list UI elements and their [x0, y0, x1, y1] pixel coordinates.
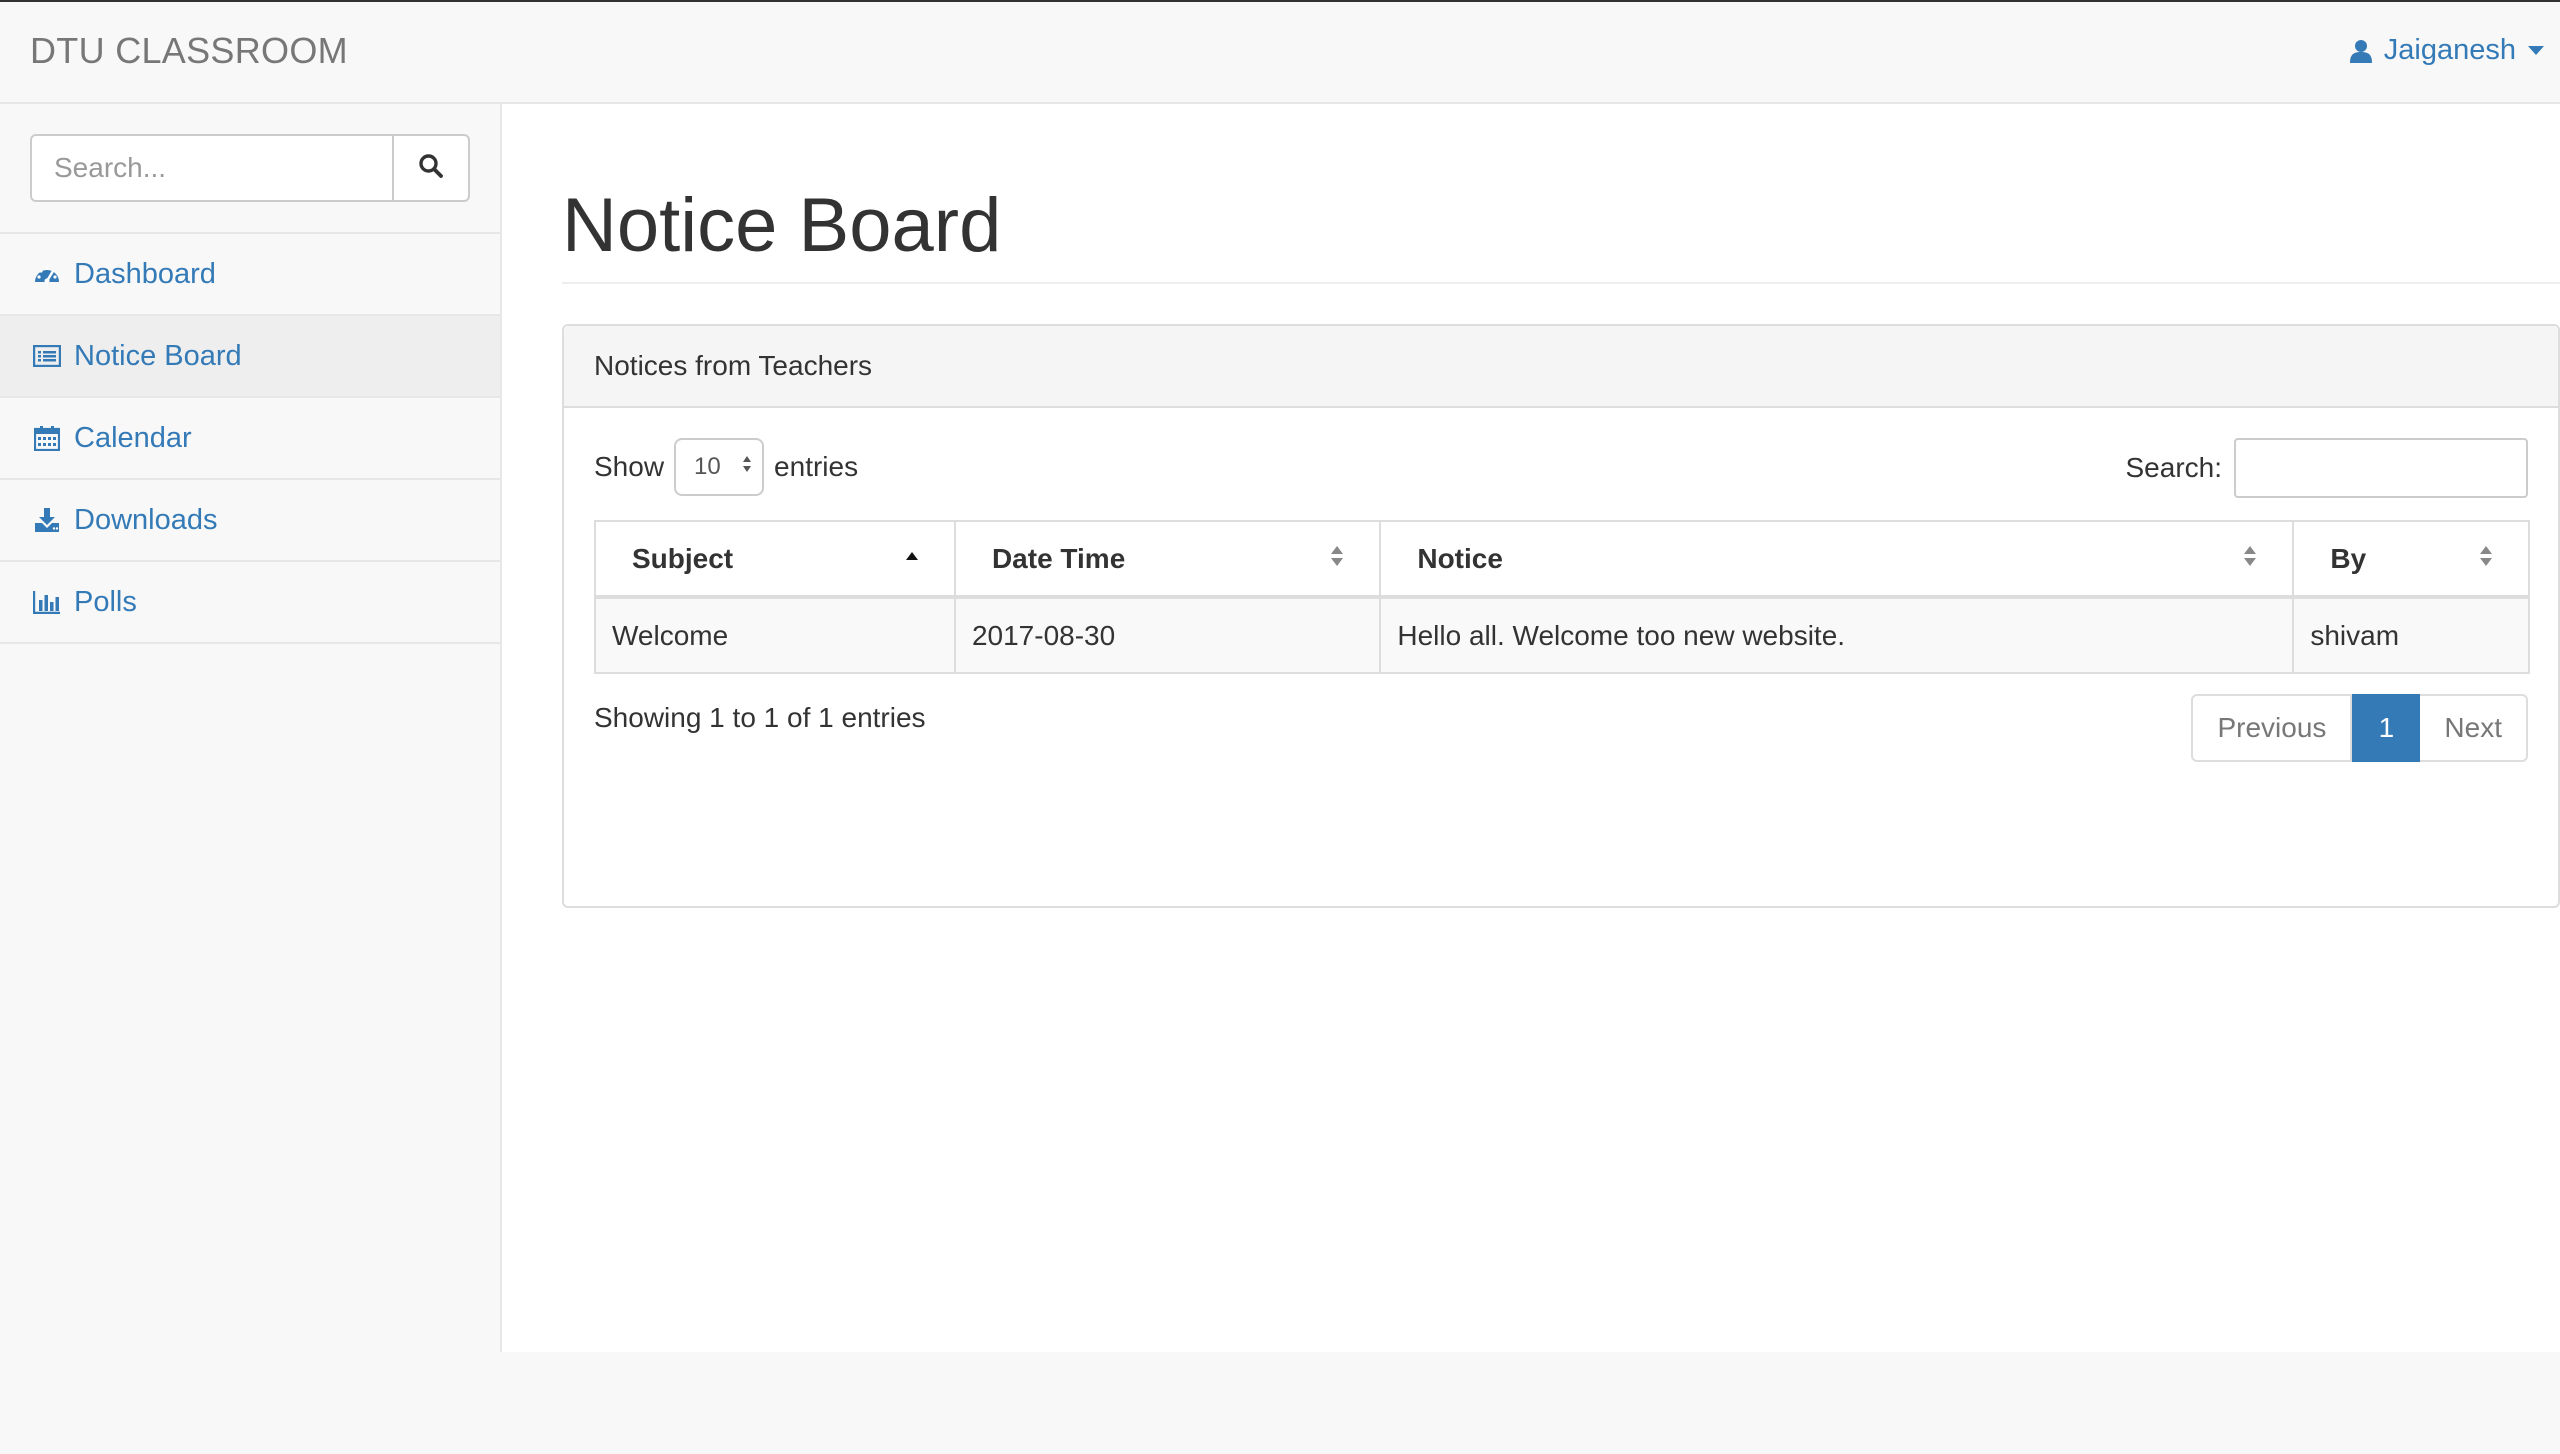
- list-alt-icon: [32, 341, 62, 371]
- sidebar-item-polls[interactable]: Polls: [0, 562, 500, 644]
- panel-heading: Notices from Teachers: [564, 326, 2558, 408]
- table-row: Welcome 2017-08-30 Hello all. Welcome to…: [594, 596, 2530, 674]
- user-name: Jaiganesh: [2383, 34, 2516, 66]
- table-header-row: Subject Date Time Notice By: [594, 520, 2530, 599]
- page-1-button[interactable]: 1: [2352, 694, 2421, 762]
- cell-notice: Hello all. Welcome too new website.: [1379, 596, 2295, 674]
- table-search-label: Search:: [2125, 452, 2223, 483]
- sidebar-item-label: Notice Board: [74, 339, 242, 372]
- column-header-subject[interactable]: Subject: [594, 520, 956, 599]
- sidebar-item-dashboard[interactable]: Dashboard: [0, 234, 500, 316]
- sort-both-icon: [2478, 543, 2494, 575]
- notices-panel: Notices from Teachers Show 10 entries Se…: [562, 324, 2560, 908]
- column-header-by[interactable]: By: [2292, 520, 2530, 599]
- sidebar-search-input[interactable]: [30, 134, 392, 202]
- column-header-notice[interactable]: Notice: [1379, 520, 2295, 599]
- search-icon: [418, 153, 444, 184]
- cell-subject: Welcome: [594, 596, 956, 674]
- download-icon: [32, 505, 62, 535]
- pagination: Previous 1 Next: [2191, 694, 2528, 762]
- sidebar-search-button[interactable]: [392, 134, 470, 202]
- entries-select[interactable]: 10: [674, 438, 765, 496]
- sidebar-item-label: Dashboard: [74, 257, 216, 290]
- select-arrows-icon: [742, 453, 752, 481]
- previous-page-button[interactable]: Previous: [2191, 694, 2353, 762]
- bar-chart-icon: [32, 587, 62, 617]
- user-menu[interactable]: Jaiganesh: [2349, 34, 2544, 67]
- sidebar-item-downloads[interactable]: Downloads: [0, 480, 500, 562]
- calendar-icon: [32, 423, 62, 453]
- top-navbar: DTU CLASSROOM Jaiganesh: [0, 0, 2560, 104]
- table-search-input[interactable]: [2234, 438, 2528, 498]
- table-filter: Search:: [2125, 438, 2528, 498]
- cell-by: shivam: [2292, 596, 2530, 674]
- page-title: Notice Board: [562, 183, 1002, 268]
- column-header-date-time[interactable]: Date Time: [953, 520, 1382, 599]
- sidebar-item-label: Calendar: [74, 421, 192, 454]
- entries-select-value: 10: [694, 453, 721, 480]
- sidebar-item-calendar[interactable]: Calendar: [0, 398, 500, 480]
- cell-date-time: 2017-08-30: [953, 596, 1382, 674]
- next-page-button[interactable]: Next: [2420, 694, 2528, 762]
- sidebar-item-label: Polls: [74, 585, 137, 618]
- notices-table: Subject Date Time Notice By Welcome 2017…: [594, 520, 2530, 674]
- user-icon: [2349, 39, 2372, 63]
- sidebar-search: [0, 104, 500, 234]
- dashboard-icon: [32, 259, 62, 289]
- sort-both-icon: [1329, 543, 1345, 575]
- sidebar-item-label: Downloads: [74, 503, 218, 536]
- entries-length-control: Show 10 entries: [594, 438, 858, 496]
- main-content: Notice Board Notices from Teachers Show …: [502, 104, 2560, 1352]
- sort-both-icon: [2242, 543, 2258, 575]
- entries-label: entries: [774, 451, 859, 482]
- sort-asc-icon: [904, 543, 920, 575]
- caret-down-icon: [2528, 45, 2544, 56]
- table-info: Showing 1 to 1 of 1 entries: [594, 702, 926, 733]
- sidebar-item-notice-board[interactable]: Notice Board: [0, 316, 500, 398]
- show-label: Show: [594, 451, 665, 482]
- sidebar: Dashboard Notice Board Calendar Download…: [0, 104, 502, 1352]
- brand-title[interactable]: DTU CLASSROOM: [30, 30, 348, 72]
- title-divider: [562, 282, 2560, 284]
